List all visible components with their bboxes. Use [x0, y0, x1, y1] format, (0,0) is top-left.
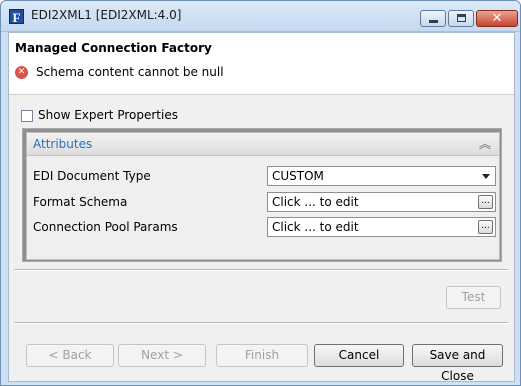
format-schema-label: Format Schema	[33, 195, 128, 209]
cancel-button[interactable]: Cancel	[314, 344, 404, 367]
minimize-button[interactable]	[420, 10, 446, 27]
connection-pool-params-edit-button[interactable]: ...	[478, 220, 493, 234]
separator	[14, 269, 508, 271]
page-title: Managed Connection Factory	[15, 41, 212, 55]
test-button[interactable]: Test	[446, 286, 501, 309]
format-schema-value: Click ... to edit	[272, 195, 359, 209]
maximize-button[interactable]	[448, 10, 474, 27]
attributes-panel: Attributes ︽ EDI Document Type CUSTOM Fo…	[26, 132, 500, 260]
save-and-close-button[interactable]: Save and Close	[412, 344, 503, 383]
attributes-header[interactable]: Attributes ︽	[27, 133, 499, 156]
edi-document-type-select[interactable]: CUSTOM	[267, 166, 496, 186]
close-button[interactable]: ✕	[476, 10, 518, 27]
wizard-header: Managed Connection Factory ✕ Schema cont…	[9, 33, 514, 95]
edi-document-type-value: CUSTOM	[272, 169, 324, 183]
connection-pool-params-value: Click ... to edit	[272, 220, 359, 234]
finish-button[interactable]: Finish	[216, 344, 308, 367]
window-title: EDI2XML1 [EDI2XML:4.0]	[31, 8, 182, 22]
minimize-icon	[429, 20, 438, 23]
title-bar: F EDI2XML1 [EDI2XML:4.0] ✕	[1, 1, 520, 32]
dialog-body: Managed Connection Factory ✕ Schema cont…	[8, 32, 515, 383]
show-expert-checkbox[interactable]	[21, 110, 33, 122]
maximize-icon	[457, 14, 466, 22]
error-icon: ✕	[15, 66, 28, 79]
attributes-section: Attributes ︽ EDI Document Type CUSTOM Fo…	[22, 128, 502, 262]
app-icon: F	[9, 9, 24, 25]
edi-document-type-label: EDI Document Type	[33, 169, 151, 183]
connection-pool-params-field[interactable]: Click ... to edit ...	[267, 217, 496, 237]
back-button[interactable]: < Back	[26, 344, 114, 367]
collapse-chevron-icon[interactable]: ︽	[477, 136, 493, 152]
separator	[14, 322, 508, 324]
connection-pool-params-label: Connection Pool Params	[33, 220, 178, 234]
next-button[interactable]: Next >	[118, 344, 206, 367]
format-schema-edit-button[interactable]: ...	[478, 195, 493, 209]
format-schema-field[interactable]: Click ... to edit ...	[267, 192, 496, 212]
dropdown-arrow-icon	[482, 174, 490, 179]
error-message: Schema content cannot be null	[36, 65, 224, 79]
show-expert-label[interactable]: Show Expert Properties	[38, 108, 178, 122]
attributes-title: Attributes	[33, 137, 93, 151]
close-icon: ✕	[491, 11, 503, 26]
dialog-window: F EDI2XML1 [EDI2XML:4.0] ✕ Managed Conne…	[0, 0, 521, 386]
